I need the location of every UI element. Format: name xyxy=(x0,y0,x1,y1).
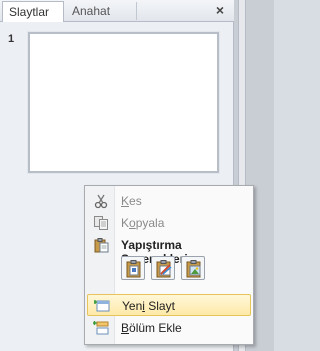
menu-item-add-section-label: Bölüm Ekle xyxy=(121,321,182,335)
slide-thumbnail[interactable] xyxy=(28,32,219,173)
clipboard-icon xyxy=(93,237,109,253)
add-section-icon xyxy=(92,320,109,336)
menu-item-cut[interactable]: Kes xyxy=(87,190,251,212)
tab-divider xyxy=(136,2,137,20)
paste-picture-button[interactable] xyxy=(181,256,205,280)
menu-item-new-slide-label: Yeni Slayt xyxy=(122,299,175,313)
menu-item-copy[interactable]: Kopyala xyxy=(87,212,251,234)
paste-use-theme-button[interactable] xyxy=(151,256,175,280)
close-pane-button[interactable]: × xyxy=(216,2,224,18)
paste-keep-source-button[interactable] xyxy=(121,256,145,280)
tab-anahat[interactable]: Anahat xyxy=(66,1,130,22)
tab-slaytlar[interactable]: Slaytlar xyxy=(2,1,64,22)
slide-number: 1 xyxy=(8,33,15,45)
pane-tab-bar: Slaytlar Anahat × xyxy=(0,0,234,22)
menu-item-copy-label: Kopyala xyxy=(121,216,165,230)
menu-item-new-slide[interactable]: Yeni Slayt xyxy=(87,294,251,316)
scissors-icon xyxy=(93,193,109,209)
new-slide-icon xyxy=(93,298,110,314)
context-menu: Kes Kopyala Yapıştırma Seçenekleri xyxy=(84,185,254,345)
menu-item-paste-options: Yapıştırma Seçenekleri: xyxy=(87,234,251,266)
menu-item-cut-label: Kes xyxy=(121,194,142,208)
copy-icon xyxy=(93,215,109,231)
menu-item-add-section[interactable]: Bölüm Ekle xyxy=(87,317,251,339)
